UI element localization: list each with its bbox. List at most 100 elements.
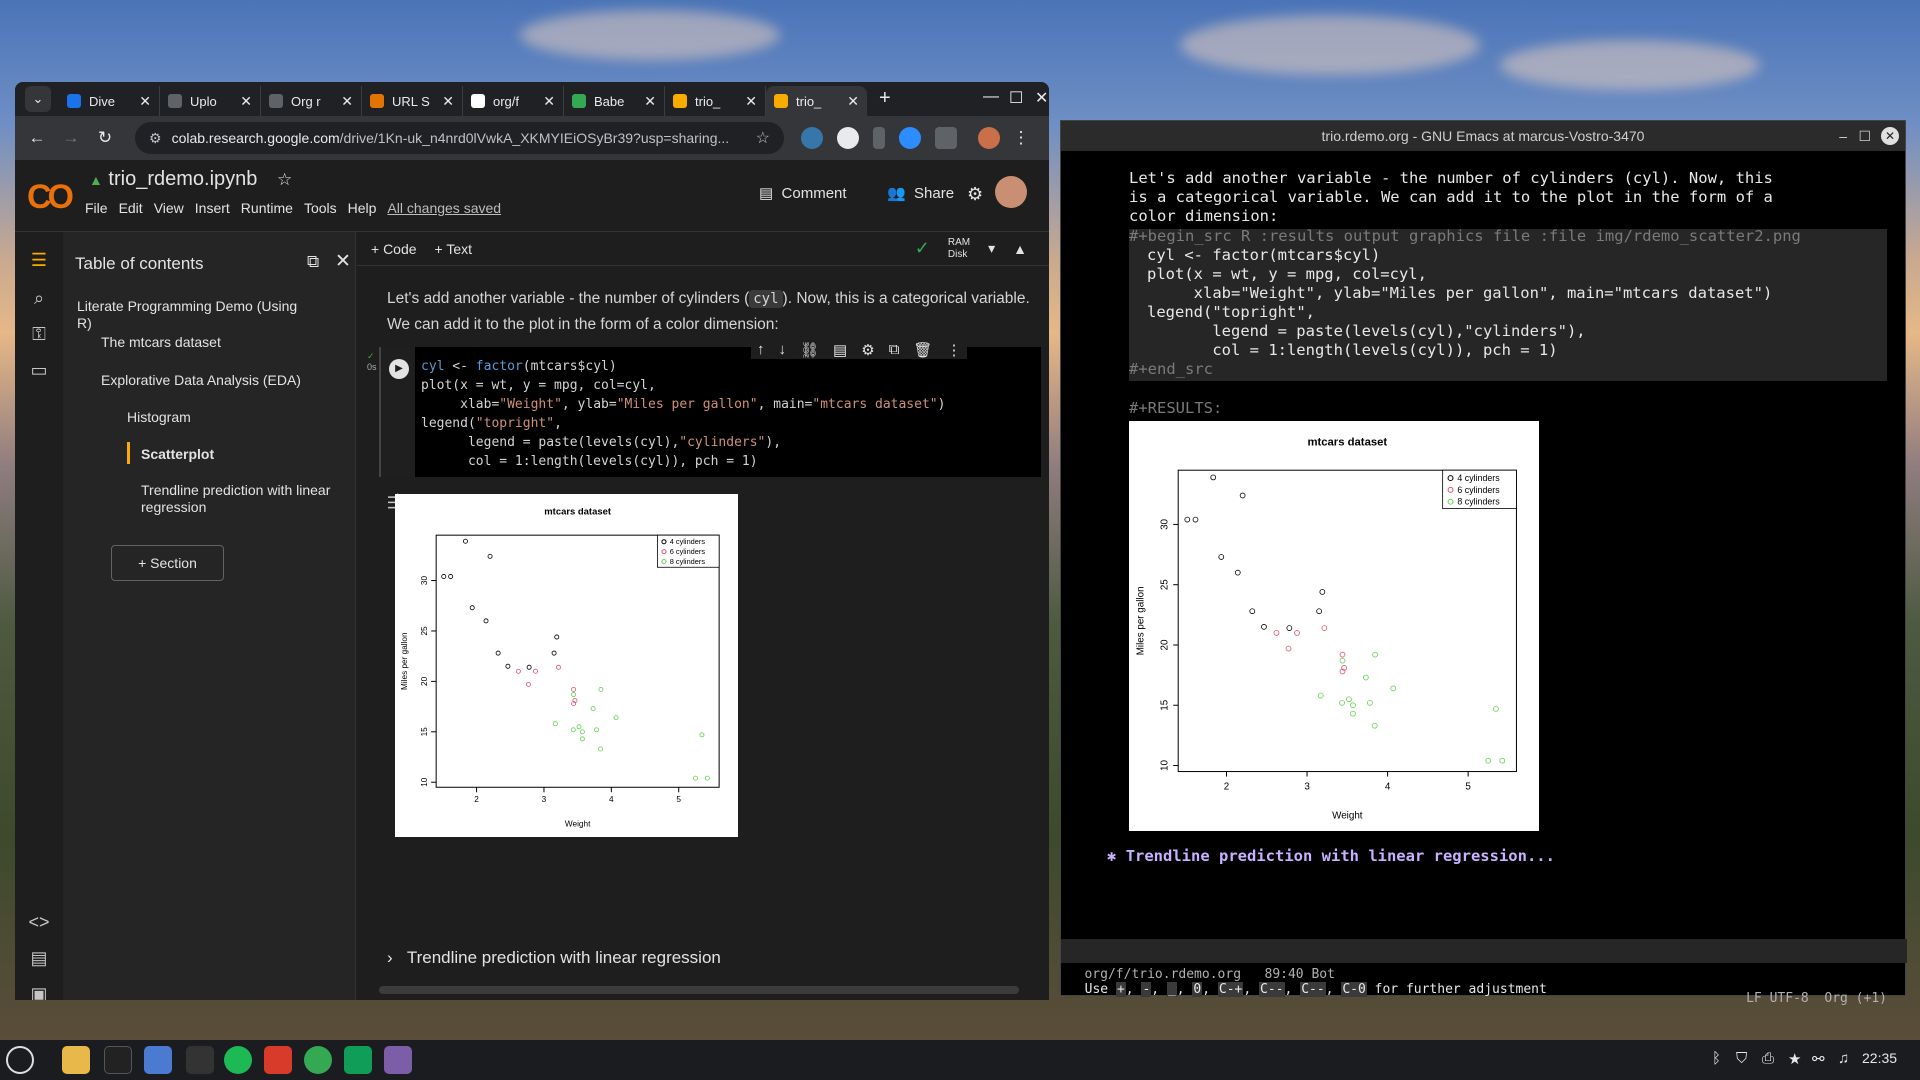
- emacs-buffer[interactable]: Let's add another variable - the number …: [1061, 151, 1907, 961]
- clock[interactable]: 22:35: [1862, 1050, 1897, 1066]
- key-icon[interactable]: ⚿: [27, 324, 51, 348]
- save-status[interactable]: All changes saved: [387, 200, 501, 216]
- menu-edit[interactable]: Edit: [119, 200, 143, 216]
- code-cell[interactable]: ▶ ✓ 0s cyl <- factor(mtcars$cyl) plot(x =…: [367, 341, 1041, 477]
- terminal-icon[interactable]: ▣: [27, 984, 51, 1000]
- tab-close-icon[interactable]: ✕: [745, 93, 757, 110]
- next-section-header[interactable]: › Trendline prediction with linear regre…: [387, 948, 721, 968]
- close-icon[interactable]: ✕: [1035, 88, 1048, 108]
- browser-tab[interactable]: trio_ ✕: [665, 86, 766, 116]
- delete-icon[interactable]: 🗑: [913, 341, 932, 359]
- code-snippets-icon[interactable]: <>: [27, 912, 51, 936]
- org-heading[interactable]: ✱ Trendline prediction with linear regre…: [1107, 847, 1555, 866]
- notebook-title[interactable]: ▲ trio_rdemo.ipynb ☆: [89, 168, 292, 191]
- address-bar[interactable]: ⚙ colab.research.google.com /drive/1Kn-u…: [135, 122, 784, 154]
- menu-help[interactable]: Help: [348, 200, 377, 216]
- menu-file[interactable]: File: [85, 200, 108, 216]
- terminal-app-icon[interactable]: [104, 1046, 132, 1074]
- colab-logo[interactable]: CO: [27, 178, 74, 217]
- move-down-icon[interactable]: ↓: [779, 341, 787, 359]
- more-icon[interactable]: ⋮: [946, 341, 961, 359]
- add-section-button[interactable]: + Section: [111, 545, 224, 581]
- mic-icon[interactable]: [873, 127, 885, 149]
- menu-tools[interactable]: Tools: [304, 200, 337, 216]
- browser-tab[interactable]: trio_ ✕: [766, 86, 867, 116]
- menu-runtime[interactable]: Runtime: [241, 200, 293, 216]
- user-avatar[interactable]: [995, 176, 1027, 208]
- site-info-icon[interactable]: ⚙: [149, 130, 162, 147]
- star-icon[interactable]: ★: [1788, 1050, 1801, 1068]
- toc-item-trendline[interactable]: Trendline prediction with linear regress…: [141, 482, 371, 516]
- star-icon[interactable]: ☆: [277, 170, 292, 189]
- toc-icon[interactable]: ☰: [27, 250, 51, 274]
- search-icon[interactable]: ⌕: [27, 288, 51, 312]
- close-icon[interactable]: ✕: [1881, 127, 1899, 145]
- runtime-dropdown-icon[interactable]: ▾: [988, 240, 995, 257]
- close-panel-icon[interactable]: ✕: [335, 250, 351, 273]
- run-cell-button[interactable]: ▶: [389, 359, 409, 379]
- toc-item-scatterplot[interactable]: Scatterplot: [141, 446, 371, 463]
- app-icon[interactable]: [186, 1046, 214, 1074]
- tab-close-icon[interactable]: ✕: [847, 93, 859, 110]
- cell-settings-icon[interactable]: ⚙: [861, 341, 874, 359]
- kebab-menu-icon[interactable]: ⋮: [1007, 128, 1035, 148]
- menu-insert[interactable]: Insert: [195, 200, 230, 216]
- comment-cell-icon[interactable]: ▤: [833, 341, 847, 359]
- add-code-button[interactable]: + Code: [371, 241, 417, 257]
- tab-close-icon[interactable]: ✕: [543, 93, 555, 110]
- emacs-icon[interactable]: [384, 1046, 412, 1074]
- toc-item-mtcars[interactable]: The mtcars dataset: [101, 334, 331, 351]
- spotify-icon[interactable]: [224, 1046, 252, 1074]
- new-tab-button[interactable]: +: [879, 87, 891, 110]
- app-red-icon[interactable]: [264, 1046, 292, 1074]
- horizontal-scrollbar[interactable]: [379, 986, 1019, 994]
- screenshot-icon[interactable]: [144, 1046, 172, 1074]
- code-editor[interactable]: cyl <- factor(mtcars$cyl) plot(x = wt, y…: [415, 347, 1041, 477]
- move-up-icon[interactable]: ↑: [757, 341, 765, 359]
- bookmark-star-icon[interactable]: ☆: [756, 128, 770, 148]
- collapse-icon[interactable]: ▲: [1013, 241, 1027, 257]
- browser-tab[interactable]: org/f ✕: [463, 86, 564, 116]
- share-button[interactable]: 👥 Share: [887, 184, 954, 202]
- browser-tab[interactable]: Uplo ✕: [160, 86, 261, 116]
- bluetooth-icon[interactable]: ᛒ: [1712, 1050, 1721, 1067]
- volume-icon[interactable]: ♫: [1838, 1050, 1849, 1067]
- markdown-cell[interactable]: Let's add another variable - the number …: [387, 286, 1047, 338]
- chrome-icon[interactable]: [304, 1046, 332, 1074]
- shield-icon[interactable]: ⛉: [1736, 1050, 1747, 1067]
- resources-indicator[interactable]: RAM Disk: [948, 237, 970, 261]
- add-text-button[interactable]: + Text: [435, 241, 473, 257]
- tab-close-icon[interactable]: ✕: [341, 93, 353, 110]
- maximize-icon[interactable]: ☐: [1858, 121, 1871, 151]
- minimize-icon[interactable]: –: [1839, 121, 1847, 151]
- extensions-puzzle-icon[interactable]: [935, 127, 957, 149]
- toc-item-literate-programming[interactable]: Literate Programming Demo (Using R): [77, 298, 307, 332]
- files-icon[interactable]: [62, 1046, 90, 1074]
- tab-close-icon[interactable]: ✕: [442, 93, 454, 110]
- back-icon[interactable]: ←: [23, 128, 51, 148]
- browser-tab[interactable]: Babe ✕: [564, 86, 665, 116]
- forward-icon[interactable]: →: [57, 128, 85, 148]
- network-icon[interactable]: ⚯: [1812, 1050, 1825, 1068]
- zoom-extension-icon[interactable]: [899, 127, 921, 149]
- chat-icon[interactable]: [344, 1046, 372, 1074]
- folder-icon[interactable]: ▭: [27, 360, 51, 384]
- tab-search-button[interactable]: ⌄: [25, 86, 51, 112]
- reload-icon[interactable]: ↻: [91, 128, 119, 148]
- menu-view[interactable]: View: [154, 200, 184, 216]
- toc-item-histogram[interactable]: Histogram: [127, 409, 357, 426]
- browser-tab[interactable]: Org r ✕: [261, 86, 362, 116]
- python-extension-icon[interactable]: [801, 127, 823, 149]
- printer-icon[interactable]: ⎙: [1762, 1050, 1774, 1067]
- browser-tab[interactable]: Dive ✕: [59, 86, 160, 116]
- browser-tab[interactable]: URL S ✕: [362, 86, 463, 116]
- open-in-tab-icon[interactable]: ⧉: [307, 252, 319, 272]
- comment-button[interactable]: ▤ Comment: [759, 184, 847, 202]
- menu-icon[interactable]: [6, 1046, 34, 1074]
- settings-gear-icon[interactable]: ⚙: [967, 184, 983, 205]
- minimize-icon[interactable]: —: [983, 88, 999, 106]
- toc-item-eda[interactable]: Explorative Data Analysis (EDA): [101, 372, 331, 389]
- link-icon[interactable]: ⛓: [800, 341, 819, 359]
- tab-close-icon[interactable]: ✕: [644, 93, 656, 110]
- openai-extension-icon[interactable]: [837, 127, 859, 149]
